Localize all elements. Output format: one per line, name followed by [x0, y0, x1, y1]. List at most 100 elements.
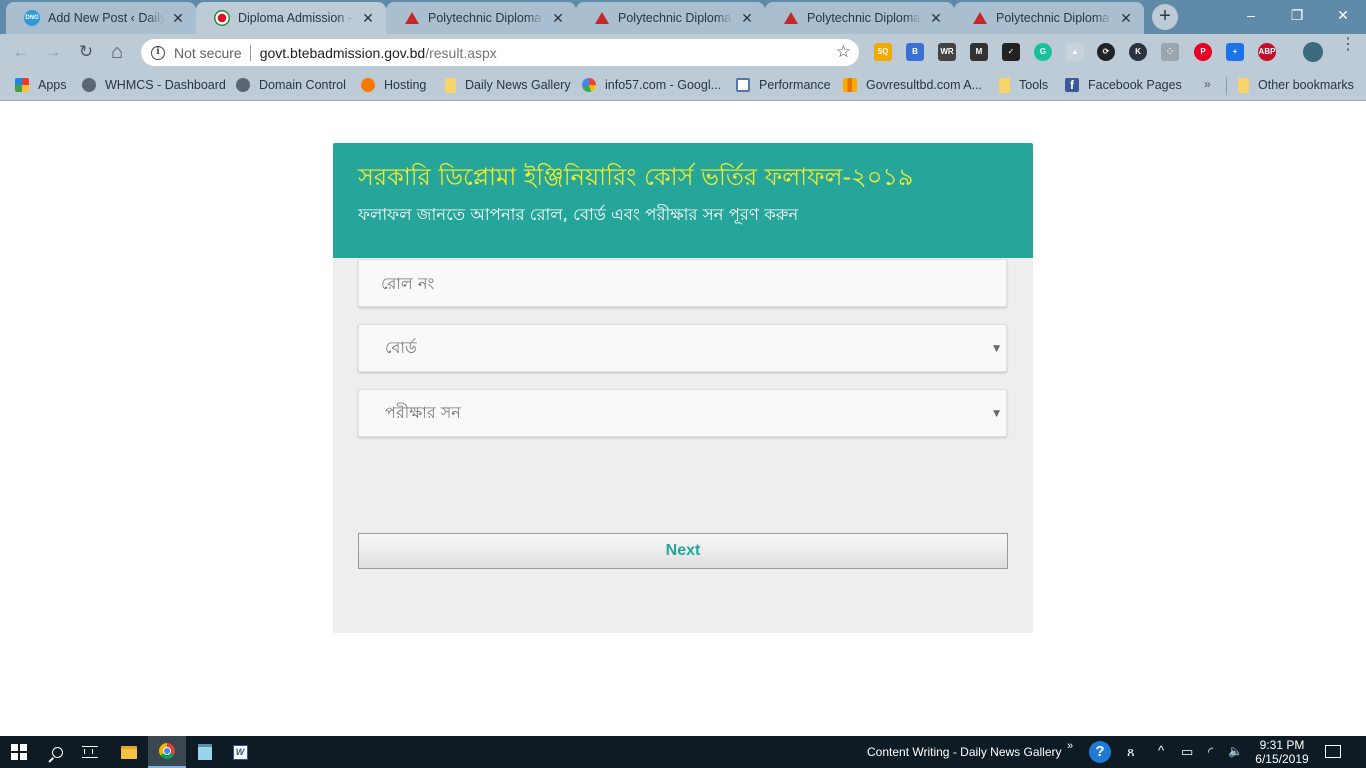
m-extension-icon[interactable]: M — [970, 43, 988, 61]
reload-button[interactable]: ↻ — [75, 41, 97, 63]
pinterest-icon[interactable]: P — [1194, 43, 1212, 61]
dng-logo-icon: DNG — [24, 10, 40, 26]
close-tab-icon[interactable]: ✕ — [739, 10, 755, 27]
board-select-value: বোর্ড — [385, 337, 417, 357]
5q-extension-icon[interactable]: 5Q — [874, 43, 892, 61]
performance-icon — [736, 78, 750, 92]
tab-title: Polytechnic Diploma Admission — [996, 11, 1112, 25]
card-header: সরকারি ডিপ্লোমা ইঞ্জিনিয়ারিং কোর্স ভর্ত… — [333, 143, 1033, 258]
show-hidden-icons-button[interactable]: ^ — [1158, 743, 1164, 758]
browser-tab[interactable]: DNG Add New Post ‹ Daily News Gallery ✕ — [6, 2, 196, 34]
chrome-taskbar-button[interactable] — [148, 736, 186, 768]
exam-year-select[interactable]: পরীক্ষার সন ▼ — [358, 389, 1007, 437]
bookmark-tools[interactable]: Tools — [999, 76, 1048, 94]
windows-logo-icon — [11, 744, 27, 760]
back-button[interactable]: ← — [10, 41, 32, 63]
battery-icon[interactable]: ▭ — [1181, 744, 1193, 760]
new-tab-button[interactable]: + — [1152, 4, 1178, 30]
forward-button[interactable]: → — [42, 41, 64, 63]
browser-tab[interactable]: Polytechnic Diploma Admission ✕ — [954, 2, 1144, 34]
restore-button[interactable]: ❐ — [1274, 0, 1320, 30]
bookmark-label: Govresultbd.com A... — [866, 78, 983, 92]
bookmark-hosting[interactable]: Hosting — [361, 76, 426, 94]
bookmark-info57[interactable]: info57.com - Googl... — [582, 76, 721, 94]
tab-title: Polytechnic Diploma Engineering — [618, 11, 733, 25]
bookmark-domain-control[interactable]: Domain Control — [236, 76, 346, 94]
system-clock[interactable]: 9:31 PM 6/15/2019 — [1250, 738, 1314, 766]
next-button[interactable]: Next — [358, 533, 1008, 569]
wr-extension-icon[interactable]: WR — [938, 43, 956, 61]
grammarly-icon[interactable]: G — [1034, 43, 1052, 61]
bookmark-label: Hosting — [384, 78, 427, 92]
bookmark-daily-news-gallery[interactable]: Daily News Gallery — [445, 76, 571, 94]
action-center-icon[interactable] — [1325, 745, 1341, 758]
notepad-taskbar-button[interactable] — [186, 736, 224, 768]
roll-number-input[interactable] — [381, 260, 1006, 306]
result-form-card: সরকারি ডিপ্লোমা ইঞ্জিনিয়ারিং কোর্স ভর্ত… — [333, 143, 1033, 633]
page-title: সরকারি ডিপ্লোমা ইঞ্জিনিয়ারিং কোর্স ভর্ত… — [358, 163, 914, 191]
bookmarks-overflow-button[interactable]: » — [1204, 77, 1211, 91]
bookmark-label: Domain Control — [259, 78, 346, 92]
word-taskbar-button[interactable]: W — [221, 736, 259, 768]
home-button[interactable]: ⌂ — [106, 41, 128, 63]
bookmark-facebook-pages[interactable]: f Facebook Pages — [1065, 76, 1182, 94]
start-button[interactable] — [0, 736, 38, 768]
bookmark-govresultbd[interactable]: Govresultbd.com A... — [843, 76, 982, 94]
browser-tab-active[interactable]: Diploma Admission - Sarkari ✕ — [196, 2, 386, 34]
close-tab-icon[interactable]: ✕ — [550, 10, 566, 27]
bookmark-apps[interactable]: Apps — [15, 76, 67, 94]
bookmark-whmcs[interactable]: WHMCS - Dashboard — [82, 76, 226, 94]
url-host: govt.btebadmission.gov.bd — [259, 44, 426, 61]
board-select[interactable]: বোর্ড ▼ — [358, 324, 1007, 372]
people-icon[interactable]: ጸ — [1127, 744, 1135, 760]
toolbar-overflow-icon[interactable]: » — [1067, 740, 1073, 752]
chrome-menu-icon[interactable]: ⋮ — [1340, 37, 1356, 53]
check-extension-icon[interactable]: ✓ — [1002, 43, 1020, 61]
volume-icon[interactable]: 🔈 — [1228, 744, 1243, 758]
roll-number-field[interactable] — [358, 259, 1007, 307]
b-extension-icon[interactable]: B — [906, 43, 924, 61]
dots-extension-icon[interactable]: ⁘ — [1161, 43, 1179, 61]
browser-tab[interactable]: Polytechnic Diploma Engineering ✕ — [386, 2, 576, 34]
bookmark-label: Performance — [759, 78, 831, 92]
bangladesh-govt-emblem-icon — [214, 10, 230, 26]
bookmark-label: info57.com - Googl... — [605, 78, 722, 92]
close-tab-icon[interactable]: ✕ — [360, 10, 376, 27]
divider — [1226, 77, 1227, 95]
adblock-plus-icon[interactable]: ABP — [1258, 43, 1276, 61]
info-icon[interactable]: i — [151, 45, 165, 60]
file-explorer-button[interactable] — [110, 736, 148, 768]
address-bar[interactable]: i Not secure govt.btebadmission.gov.bd /… — [141, 39, 859, 66]
task-view-icon — [82, 746, 98, 758]
word-icon: W — [232, 744, 248, 760]
globe-icon — [236, 78, 250, 92]
browser-tab[interactable]: Polytechnic Diploma Admission ✕ — [765, 2, 954, 34]
wifi-icon[interactable]: ◜ — [1208, 744, 1213, 760]
task-view-button[interactable] — [71, 736, 109, 768]
active-window-title[interactable]: Content Writing - Daily News Gallery — [867, 745, 1062, 759]
mountain-extension-icon[interactable]: ▲ — [1066, 43, 1084, 61]
help-icon[interactable]: ? — [1089, 741, 1111, 763]
bookmark-performance[interactable]: Performance — [736, 76, 831, 94]
k-extension-icon[interactable]: K — [1129, 43, 1147, 61]
bookmark-star-icon[interactable]: ☆ — [836, 42, 851, 62]
plus-extension-icon[interactable]: + — [1226, 43, 1244, 61]
tab-title: Add New Post ‹ Daily News Gallery — [48, 11, 164, 25]
bookmark-other-bookmarks[interactable]: Other bookmarks — [1238, 76, 1354, 94]
security-indicator[interactable]: Not secure — [174, 45, 242, 61]
search-icon — [51, 746, 63, 758]
hosting-icon — [361, 78, 375, 92]
close-tab-icon[interactable]: ✕ — [928, 10, 944, 27]
sync-extension-icon[interactable]: ⟳ — [1097, 43, 1115, 61]
web-page: সরকারি ডিপ্লোমা ইঞ্জিনিয়ারিং কোর্স ভর্ত… — [0, 102, 1366, 736]
chevron-down-icon: ▼ — [993, 344, 1000, 354]
close-window-button[interactable]: ✕ — [1320, 0, 1366, 30]
browser-tab[interactable]: Polytechnic Diploma Engineering ✕ — [576, 2, 765, 34]
close-tab-icon[interactable]: ✕ — [170, 10, 186, 27]
close-tab-icon[interactable]: ✕ — [1118, 10, 1134, 27]
bookmark-label: Tools — [1019, 78, 1049, 92]
profile-avatar[interactable] — [1303, 42, 1323, 62]
polytechnic-logo-icon — [972, 10, 988, 26]
minimize-button[interactable]: – — [1228, 0, 1274, 30]
notepad-icon — [198, 744, 212, 760]
